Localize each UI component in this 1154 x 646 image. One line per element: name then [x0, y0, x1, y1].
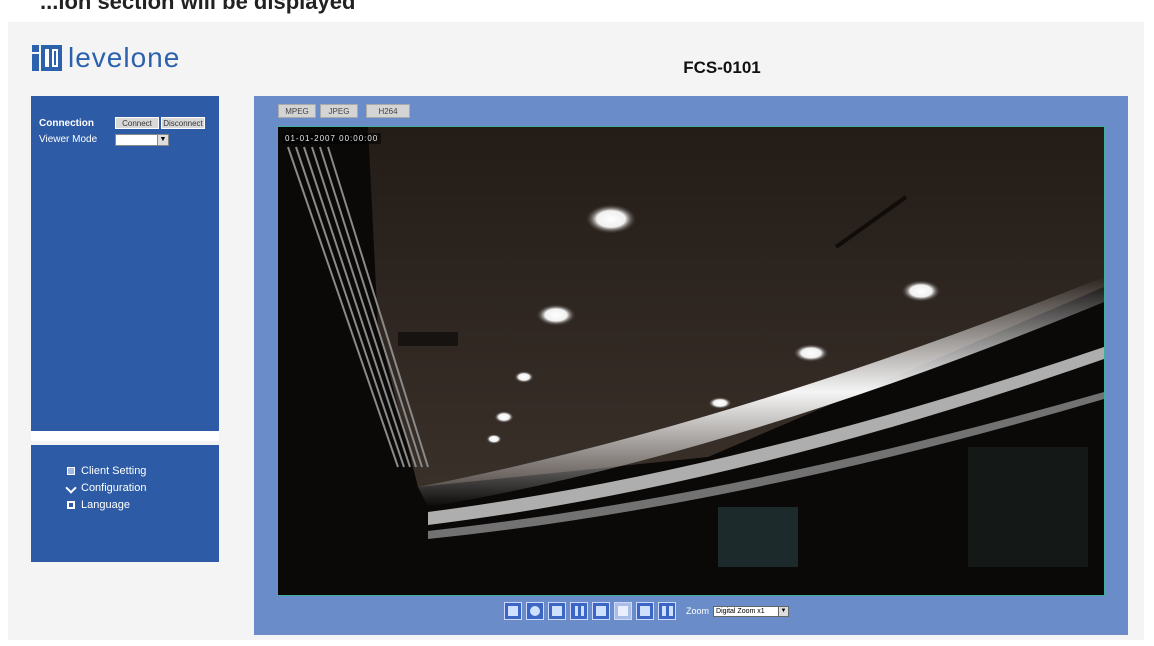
- sidebar-divider: [31, 431, 219, 441]
- menu-item-label: Configuration: [81, 482, 147, 494]
- record-icon[interactable]: [548, 602, 566, 620]
- menu-item-configuration[interactable]: Configuration: [65, 482, 147, 494]
- mute-icon[interactable]: [658, 602, 676, 620]
- disconnect-button[interactable]: Disconnect: [161, 117, 205, 129]
- viewer-mode-select[interactable]: ▼: [115, 134, 169, 146]
- zoom-label: Zoom: [686, 606, 710, 616]
- sidebar-menu: Client Setting Configuration Language: [31, 445, 219, 562]
- model-title: FCS-0101: [683, 58, 761, 77]
- snapshot-icon[interactable]: [504, 602, 522, 620]
- camera-image: [278, 127, 1104, 595]
- connect-button[interactable]: Connect: [115, 117, 159, 129]
- video-toolbar: Zoom Digital Zoom x1 ▼: [504, 600, 790, 622]
- zoom-icon[interactable]: [526, 602, 544, 620]
- zoom-select[interactable]: Digital Zoom x1 ▼: [713, 605, 790, 617]
- live-video-view[interactable]: 01-01-2007 00:00:00: [277, 126, 1105, 596]
- sidebar-controls: Connection Connect Disconnect Viewer Mod…: [31, 96, 219, 431]
- pause-icon[interactable]: [570, 602, 588, 620]
- language-icon: [67, 501, 75, 509]
- zoom-value: Digital Zoom x1: [716, 607, 765, 615]
- menu-item-client-setting[interactable]: Client Setting: [67, 465, 146, 477]
- menu-item-language[interactable]: Language: [67, 499, 130, 511]
- video-panel: MPEG JPEG H264 01-01-2007 00:00:00 Zoom …: [254, 96, 1128, 635]
- page-heading: ...ion section will be displayed: [40, 0, 356, 14]
- menu-item-label: Client Setting: [81, 465, 147, 477]
- tab-jpeg[interactable]: JPEG: [320, 104, 358, 118]
- pan-icon[interactable]: [614, 602, 632, 620]
- viewer-mode-label: Viewer Mode: [39, 134, 98, 145]
- tab-mpeg[interactable]: MPEG: [278, 104, 316, 118]
- connection-label: Connection: [39, 118, 94, 129]
- timestamp-overlay: 01-01-2007 00:00:00: [282, 133, 382, 144]
- wrench-icon: [65, 482, 77, 494]
- talk-icon[interactable]: [636, 602, 654, 620]
- chevron-down-icon: ▼: [157, 135, 168, 145]
- menu-item-label: Language: [81, 499, 130, 511]
- tab-h264[interactable]: H264: [366, 104, 410, 118]
- settings-icon: [67, 467, 75, 475]
- chevron-down-icon: ▼: [778, 606, 789, 616]
- stop-icon[interactable]: [592, 602, 610, 620]
